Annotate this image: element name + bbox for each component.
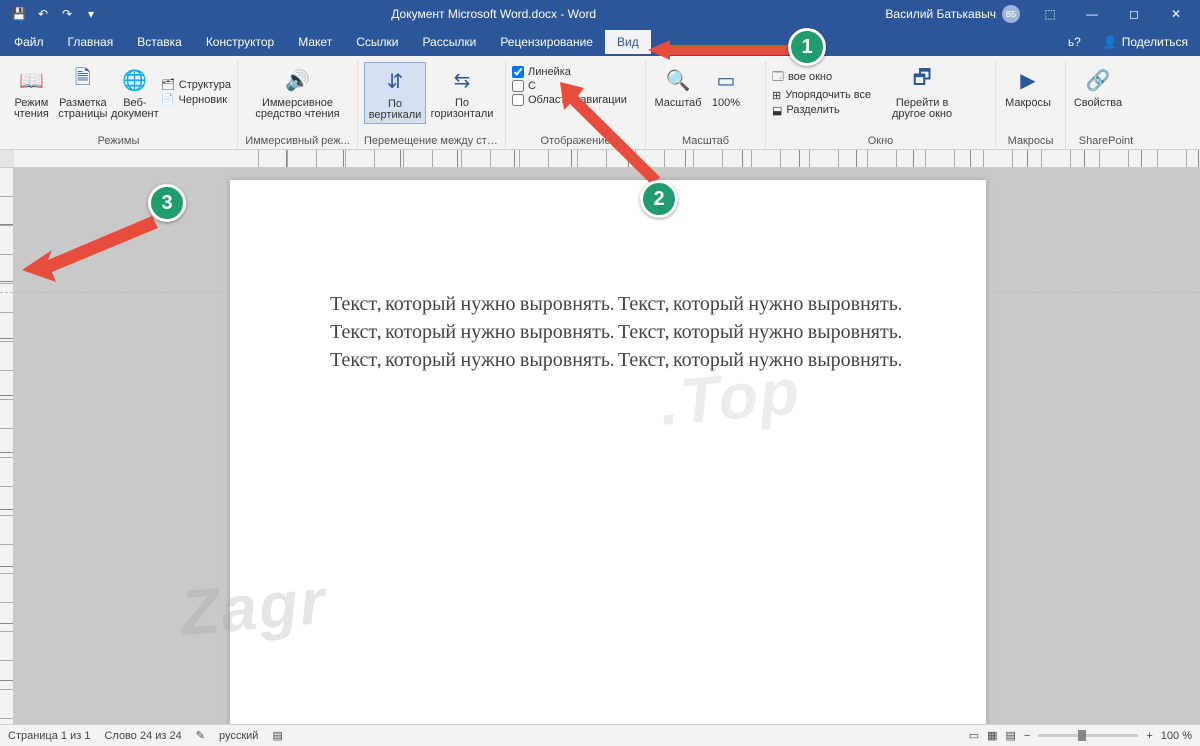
- tab-insert[interactable]: Вставка: [125, 30, 194, 54]
- annotation-badge-1: 1: [788, 28, 826, 66]
- close-icon[interactable]: ✕: [1156, 1, 1196, 27]
- new-window-button[interactable]: 🗔вое окно: [772, 68, 871, 87]
- draft-button[interactable]: 📄Черновик: [161, 93, 231, 106]
- group-window: 🗔вое окно ⊞Упорядочить все ⬓Разделить 🗗П…: [766, 60, 996, 149]
- web-layout-button[interactable]: 🌐Веб-документ: [109, 62, 161, 122]
- read-mode-button[interactable]: 📖Режим чтения: [6, 62, 57, 122]
- ruler-checkbox[interactable]: Линейка: [512, 66, 639, 78]
- document-area: Текст, который нужно выровнять. Текст, к…: [0, 150, 1200, 724]
- group-sharepoint: 🔗Свойства SharePoint: [1066, 60, 1146, 149]
- window-icon: 🗔: [772, 68, 784, 87]
- zoom-slider[interactable]: [1038, 734, 1138, 737]
- qat-customize-icon[interactable]: ▾: [80, 3, 102, 25]
- titlebar: 💾 ↶ ↷ ▾ Документ Microsoft Word.docx - W…: [0, 0, 1200, 28]
- vertical-icon: ⇵: [379, 65, 411, 97]
- share-icon: 👤: [1103, 35, 1118, 49]
- zoom-level[interactable]: 100 %: [1161, 730, 1192, 742]
- group-sharepoint-label: SharePoint: [1072, 135, 1140, 147]
- zoom-100-button[interactable]: ▭100%: [704, 62, 748, 111]
- tab-file[interactable]: Файл: [2, 30, 56, 54]
- zoom-out-icon[interactable]: −: [1024, 730, 1030, 742]
- ribbon-tabs: Файл Главная Вставка Конструктор Макет С…: [0, 28, 1200, 56]
- share-button[interactable]: 👤 Поделиться: [1093, 30, 1198, 54]
- annotation-badge-2: 2: [640, 180, 678, 218]
- horizontal-button[interactable]: ⇆По горизонтали: [426, 62, 498, 124]
- window-controls: ⬚ — ◻ ✕: [1030, 1, 1196, 27]
- tab-design[interactable]: Конструктор: [194, 30, 286, 54]
- page-status[interactable]: Страница 1 из 1: [8, 730, 90, 742]
- view-print-icon[interactable]: ▦: [987, 729, 997, 742]
- tab-view[interactable]: Вид: [605, 30, 651, 54]
- undo-icon[interactable]: ↶: [32, 3, 54, 25]
- draft-icon: 📄: [161, 93, 175, 106]
- tell-me[interactable]: ь?: [1056, 30, 1093, 54]
- sharepoint-icon: 🔗: [1082, 64, 1114, 96]
- spellcheck-icon[interactable]: ✎: [196, 729, 205, 742]
- group-macros-label: Макросы: [1002, 135, 1059, 147]
- tab-home[interactable]: Главная: [56, 30, 126, 54]
- arrange-icon: ⊞: [772, 89, 781, 102]
- document-title: Документ Microsoft Word.docx - Word: [102, 7, 885, 21]
- view-web-icon[interactable]: ▤: [1006, 729, 1016, 742]
- split-button[interactable]: ⬓Разделить: [772, 104, 871, 117]
- annotation-arrow-1: [648, 40, 798, 63]
- user-name: Василий Батькавыч: [885, 7, 996, 21]
- group-page-movement-label: Перемещение между стран...: [364, 135, 499, 147]
- macro-icon: ▶: [1012, 64, 1044, 96]
- group-immersive: 🔊Иммерсивное средство чтения Иммерсивный…: [238, 60, 358, 149]
- accessibility-icon[interactable]: ▤: [272, 729, 282, 742]
- minimize-icon[interactable]: —: [1072, 1, 1112, 27]
- speaker-icon: 🔊: [282, 64, 314, 96]
- immersive-reader-button[interactable]: 🔊Иммерсивное средство чтения: [248, 62, 348, 122]
- print-layout-button[interactable]: 🗎Разметка страницы: [57, 62, 109, 122]
- group-modes-label: Режимы: [6, 135, 231, 147]
- avatar: ВБ: [1002, 5, 1020, 23]
- macros-button[interactable]: ▶Макросы: [1002, 62, 1054, 111]
- annotation-badge-3: 3: [148, 184, 186, 222]
- statusbar: Страница 1 из 1 Слово 24 из 24 ✎ русский…: [0, 724, 1200, 746]
- switch-icon: 🗗: [906, 64, 938, 96]
- tab-references[interactable]: Ссылки: [344, 30, 410, 54]
- share-label: Поделиться: [1122, 35, 1188, 49]
- outline-icon: 🗂: [161, 78, 175, 91]
- zoom-in-icon[interactable]: +: [1146, 730, 1152, 742]
- switch-windows-button[interactable]: 🗗Перейти в другое окно: [887, 62, 957, 122]
- view-readmode-icon[interactable]: ▭: [969, 729, 979, 742]
- group-window-label: Окно: [772, 135, 989, 147]
- quick-access-toolbar: 💾 ↶ ↷ ▾: [8, 3, 102, 25]
- annotation-arrow-2: [560, 82, 670, 195]
- maximize-icon[interactable]: ◻: [1114, 1, 1154, 27]
- language-status[interactable]: русский: [219, 730, 258, 742]
- user-account[interactable]: Василий Батькавыч ВБ: [885, 5, 1020, 23]
- globe-icon: 🌐: [119, 64, 151, 96]
- tab-layout[interactable]: Макет: [286, 30, 344, 54]
- group-page-movement: ⇵По вертикали ⇆По горизонтали Перемещени…: [358, 60, 506, 149]
- vertical-ruler[interactable]: [0, 168, 14, 724]
- outline-button[interactable]: 🗂Структура: [161, 78, 231, 91]
- arrange-all-button[interactable]: ⊞Упорядочить все: [772, 89, 871, 102]
- percent-icon: ▭: [710, 64, 742, 96]
- document-text[interactable]: Текст, который нужно выровнять. Текст, к…: [230, 180, 986, 374]
- group-modes: 📖Режим чтения 🗎Разметка страницы 🌐Веб-до…: [0, 60, 238, 149]
- save-icon[interactable]: 💾: [8, 3, 30, 25]
- vertical-button[interactable]: ⇵По вертикали: [364, 62, 426, 124]
- ribbon-options-icon[interactable]: ⬚: [1030, 1, 1070, 27]
- tab-mailings[interactable]: Рассылки: [410, 30, 488, 54]
- page[interactable]: Текст, который нужно выровнять. Текст, к…: [230, 180, 986, 724]
- word-count[interactable]: Слово 24 из 24: [104, 730, 181, 742]
- annotation-arrow-3: [22, 210, 162, 283]
- tab-review[interactable]: Рецензирование: [488, 30, 605, 54]
- properties-button[interactable]: 🔗Свойства: [1072, 62, 1124, 111]
- redo-icon[interactable]: ↷: [56, 3, 78, 25]
- split-icon: ⬓: [772, 104, 782, 117]
- group-macros: ▶Макросы Макросы: [996, 60, 1066, 149]
- horizontal-icon: ⇆: [446, 64, 478, 96]
- group-immersive-label: Иммерсивный реж...: [244, 135, 351, 147]
- page-icon: 🗎: [67, 64, 99, 96]
- book-icon: 📖: [15, 64, 47, 96]
